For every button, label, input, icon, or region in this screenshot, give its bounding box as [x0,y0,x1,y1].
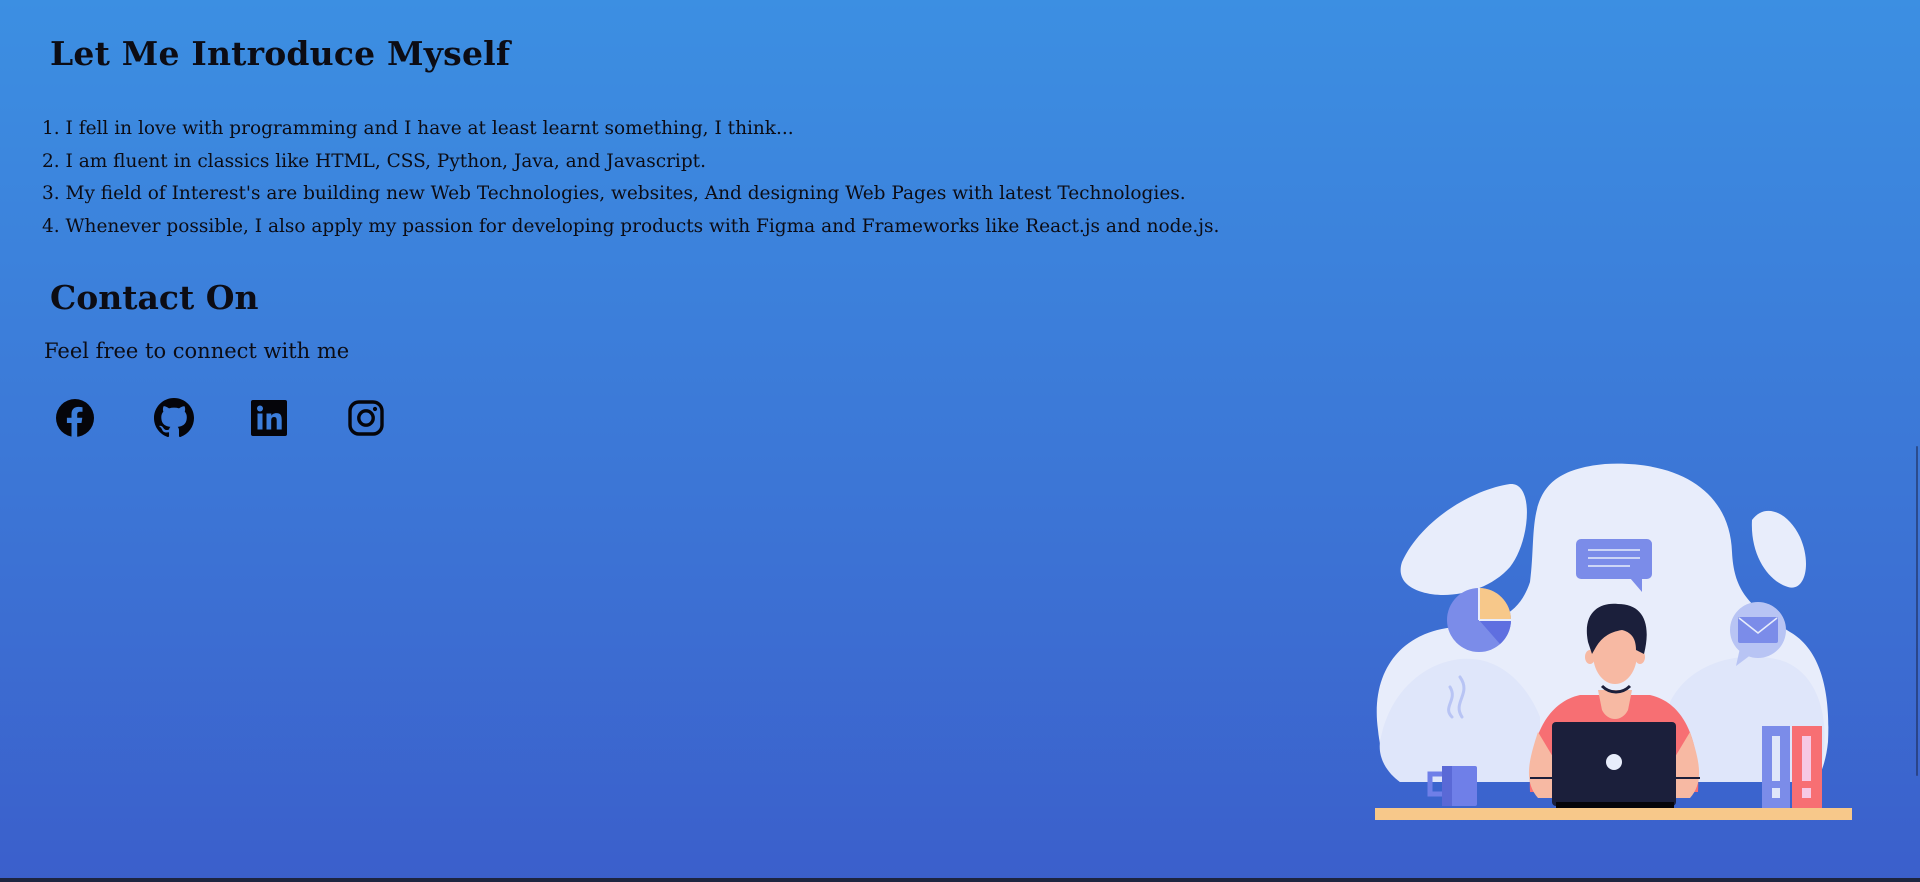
intro-list-item: 2. I am fluent in classics like HTML, CS… [42,150,706,172]
github-icon [154,398,194,438]
intro-list-item: 1. I fell in love with programming and I… [42,118,794,139]
github-link[interactable] [154,398,194,438]
linkedin-link[interactable] [249,398,289,438]
instagram-icon [348,400,384,436]
facebook-icon [56,399,94,437]
intro-list-item: 4. Whenever possible, I also apply my pa… [42,215,1220,237]
intro-heading: Let Me Introduce Myself [50,34,511,73]
facebook-link[interactable] [55,398,95,438]
scrollbar[interactable] [1916,446,1918,776]
contact-heading: Contact On [50,278,259,317]
intro-list: 1. I fell in love with programming and I… [42,113,1219,243]
bottom-divider [0,878,1920,882]
intro-list-item: 3. My field of Interest's are building n… [42,183,1186,205]
instagram-link[interactable] [346,398,386,438]
linkedin-icon [251,400,287,436]
contact-subtitle: Feel free to connect with me [44,339,350,363]
social-links [55,398,445,438]
developer-illustration [1375,463,1852,820]
